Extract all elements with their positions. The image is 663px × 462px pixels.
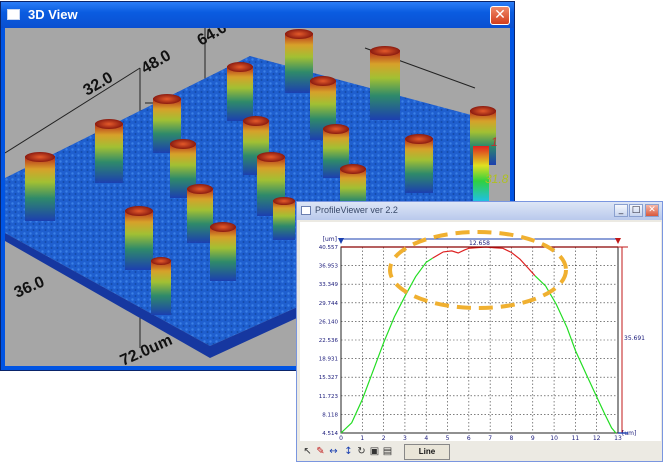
- pointer-icon[interactable]: ↖: [302, 445, 313, 458]
- window-icon: [301, 206, 311, 215]
- scale-label-top: 1: [491, 135, 498, 149]
- view3d-titlebar[interactable]: 3D View ✕: [1, 2, 514, 28]
- x-tick-label: 12: [593, 435, 601, 441]
- vertical-measure-icon[interactable]: ↕: [343, 445, 354, 458]
- height-measure-label: 35.691: [624, 335, 645, 342]
- x-tick-label: 8: [510, 435, 514, 441]
- refresh-icon[interactable]: ↻: [356, 445, 367, 458]
- x-tick-label: 9: [531, 435, 535, 441]
- x-tick-label: 4: [424, 435, 428, 441]
- minimize-button[interactable]: _: [614, 204, 628, 217]
- profile-series-line: [432, 246, 536, 277]
- profile-chart: 40.557 36.953 33.349 29.744 26.140 22.536 18.9…: [319, 230, 645, 442]
- x-tick-label: 11: [572, 435, 580, 441]
- y-tick-label: 40.557: [319, 245, 339, 251]
- save-as-icon[interactable]: ▤: [382, 445, 393, 458]
- x-tick-label: 5: [446, 435, 450, 441]
- axis-label-64: 64.0: [195, 28, 231, 49]
- y-axis-unit: [um]: [323, 236, 337, 243]
- y-tick-label: 36.953: [319, 264, 339, 270]
- x-tick-label: 2: [382, 435, 386, 441]
- window-icon: [7, 9, 20, 20]
- x-tick-label: 7: [488, 435, 492, 441]
- profile-plot[interactable]: 40.557 36.953 33.349 29.744 26.140 22.536 18.9…: [300, 222, 661, 442]
- y-tick-label: 22.536: [319, 338, 339, 344]
- x-tick-label: 0: [339, 435, 343, 441]
- profile-viewer-titlebar[interactable]: ProfileViewer ver 2.2 _ □ ✕: [297, 202, 662, 220]
- profile-viewer-close-button[interactable]: ✕: [645, 204, 659, 217]
- y-tick-label: 29.744: [319, 301, 339, 307]
- y-tick-label: 15.327: [319, 375, 339, 381]
- horizontal-measure-icon[interactable]: ↔: [328, 445, 339, 458]
- width-measure-arrow-left: [338, 238, 344, 244]
- y-tick-label: 18.931: [319, 357, 338, 363]
- x-tick-label: 13: [614, 435, 622, 441]
- x-tick-label: 3: [403, 435, 407, 441]
- maximize-button[interactable]: □: [629, 204, 643, 217]
- y-tick-label: 33.349: [319, 282, 339, 288]
- y-tick-label: 4.514: [322, 431, 338, 437]
- line-button[interactable]: Line: [404, 444, 450, 460]
- axis-label-48: 48.0: [139, 47, 175, 77]
- scale-label-mid: 31.8: [485, 172, 509, 186]
- view3d-close-button[interactable]: ✕: [490, 6, 510, 25]
- y-tick-label: 26.140: [319, 319, 339, 325]
- y-tick-label: 8.118: [322, 412, 338, 418]
- width-measure-arrow-right: [615, 238, 621, 244]
- profile-viewer-title: ProfileViewer ver 2.2: [315, 205, 398, 215]
- view3d-title: 3D View: [28, 7, 78, 22]
- x-tick-label: 6: [467, 435, 471, 441]
- profile-toolbar: ↖ ✎ ↔ ↕ ↻ ▣ ▤ Line: [300, 443, 659, 461]
- y-tick-label: 11.723: [319, 394, 339, 400]
- save-icon[interactable]: ▣: [369, 445, 380, 458]
- profile-viewer-window: ProfileViewer ver 2.2 _ □ ✕ 40.557 36.953…: [296, 201, 663, 462]
- x-tick-label: 10: [550, 435, 558, 441]
- width-measure-label: 12.658: [469, 240, 490, 247]
- x-tick-label: 1: [360, 435, 364, 441]
- pencil-icon[interactable]: ✎: [315, 445, 326, 458]
- axis-label-32: 32.0: [81, 69, 117, 99]
- axis-label-72um: 72.0um: [118, 332, 175, 366]
- axis-label-36: 36.0: [12, 273, 47, 301]
